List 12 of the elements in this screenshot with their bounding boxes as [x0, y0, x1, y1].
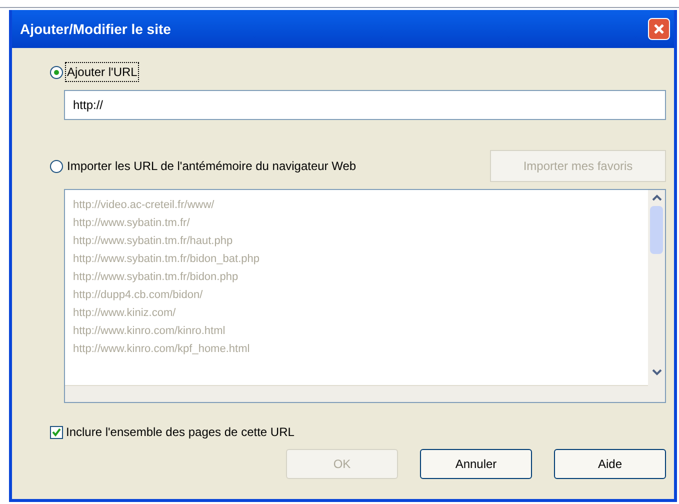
close-button[interactable]	[648, 18, 670, 40]
window-title: Ajouter/Modifier le site	[20, 20, 171, 39]
close-icon	[653, 23, 665, 35]
dialog-button[interactable]: Aide	[554, 449, 666, 479]
radio-button[interactable]	[50, 66, 63, 78]
radio-button[interactable]	[50, 160, 63, 172]
dialog-button[interactable]: Annuler	[420, 449, 532, 479]
checkbox[interactable]	[50, 426, 63, 438]
url-field[interactable]: http://	[64, 90, 666, 120]
checkbox-label[interactable]: Inclure l'ensemble des pages de cette URL	[66, 423, 294, 441]
option-label[interactable]: Importer les URL de l'antémémoire du navigateur Web	[65, 156, 358, 176]
option-label[interactable]: Ajouter l'URL	[65, 62, 140, 82]
